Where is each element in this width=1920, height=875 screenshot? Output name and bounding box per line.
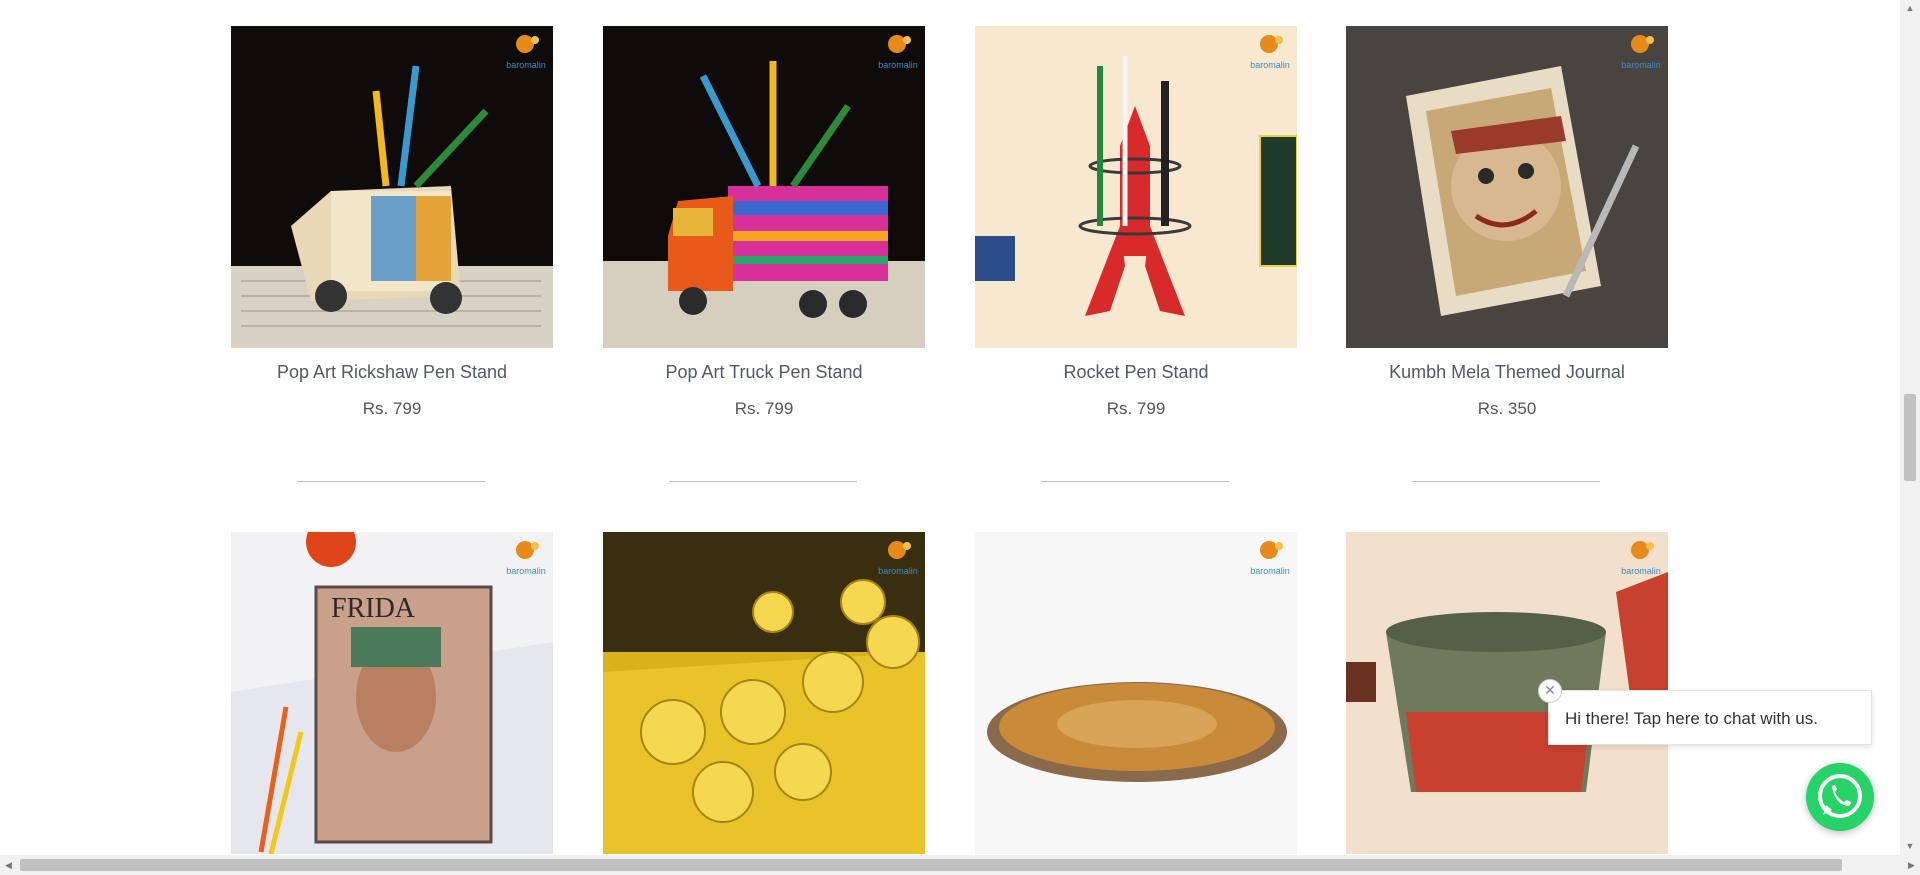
scroll-left-icon[interactable]: ◀	[0, 855, 17, 875]
svg-text:baromalin: baromalin	[1621, 566, 1661, 576]
divider	[1412, 481, 1600, 482]
product-title[interactable]: Kumbh Mela Themed Journal	[1346, 362, 1668, 383]
rickshaw-pen-stand-photo[interactable]: baromalin	[231, 26, 553, 348]
product-price: Rs. 350	[1477, 399, 1537, 418]
product-price: Rs. 799	[734, 399, 794, 418]
divider	[297, 481, 485, 482]
brand-logo-icon: baromalin	[878, 541, 918, 576]
brand-logo-icon: baromalin	[1250, 541, 1290, 576]
scroll-up-icon[interactable]: ▲	[1900, 0, 1920, 17]
brand-logo-icon: baromalin	[1621, 541, 1661, 576]
svg-text:baromalin: baromalin	[506, 60, 546, 70]
rocket-pen-stand-photo[interactable]: baromalin	[975, 26, 1297, 348]
scroll-right-icon[interactable]: ▶	[1903, 855, 1920, 875]
vertical-scrollbar[interactable]: ▲ ▼	[1900, 0, 1920, 855]
svg-text:baromalin: baromalin	[1250, 60, 1290, 70]
svg-text:baromalin: baromalin	[878, 60, 918, 70]
scrollbar-thumb[interactable]	[20, 859, 1842, 871]
svg-text:FRIDA: FRIDA	[331, 593, 416, 624]
brand-logo-icon: baromalin	[1250, 35, 1290, 70]
kumbh-mela-journal-photo[interactable]: baromalin	[1346, 26, 1668, 348]
whatsapp-chat-button[interactable]	[1806, 763, 1874, 831]
product-title[interactable]: Pop Art Rickshaw Pen Stand	[231, 362, 553, 383]
whatsapp-icon	[1818, 774, 1862, 818]
svg-text:baromalin: baromalin	[1250, 566, 1290, 576]
product-price: Rs. 799	[362, 399, 422, 418]
product-price: Rs. 799	[1106, 399, 1166, 418]
svg-text:baromalin: baromalin	[1621, 60, 1661, 70]
brand-logo-icon: baromalin	[878, 35, 918, 70]
ceramic-leaf-platter-photo[interactable]: baromalin	[975, 532, 1297, 854]
divider	[1041, 481, 1229, 482]
chat-bubble[interactable]: Hi there! Tap here to chat with us.	[1548, 690, 1872, 745]
scrollbar-thumb[interactable]	[1904, 394, 1916, 481]
product-title[interactable]: Rocket Pen Stand	[975, 362, 1297, 383]
frida-notebook-photo[interactable]: FRIDA baromalin	[231, 532, 553, 854]
scroll-down-icon[interactable]: ▼	[1900, 838, 1920, 855]
brand-logo-icon: baromalin	[506, 35, 546, 70]
svg-text:baromalin: baromalin	[506, 566, 546, 576]
close-icon[interactable]: ✕	[1538, 679, 1562, 703]
brand-logo-icon: baromalin	[506, 541, 546, 576]
divider	[669, 481, 857, 482]
svg-text:baromalin: baromalin	[878, 566, 918, 576]
gold-string-lights-photo[interactable]: baromalin	[603, 532, 925, 854]
brand-logo-icon: baromalin	[1621, 35, 1661, 70]
truck-pen-stand-photo[interactable]: baromalin	[603, 26, 925, 348]
product-title[interactable]: Pop Art Truck Pen Stand	[603, 362, 925, 383]
horizontal-scrollbar[interactable]: ◀ ▶	[0, 855, 1920, 875]
